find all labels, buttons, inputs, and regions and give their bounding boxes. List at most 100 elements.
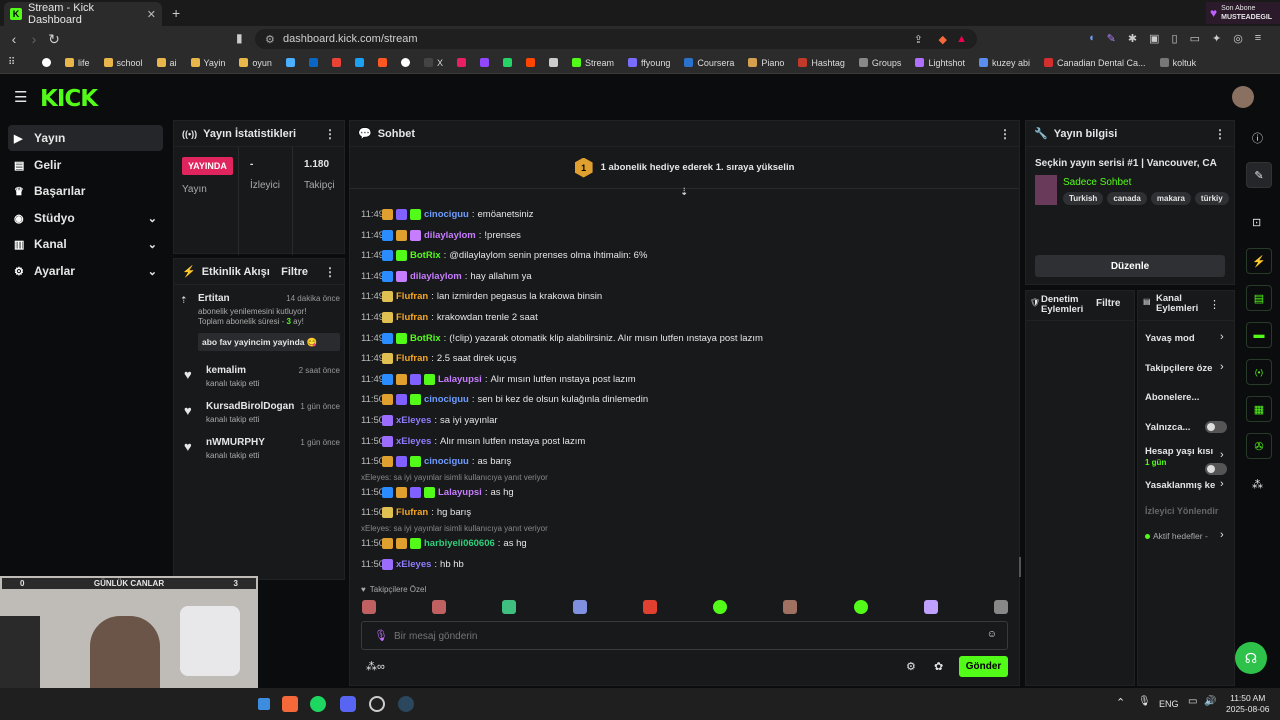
user-badge-icon[interactable] [410, 209, 421, 220]
chat-input-box[interactable]: 🎙 ☺ [361, 621, 1008, 650]
bookmark-icon[interactable]: ▮ [236, 31, 243, 45]
user-badge-icon[interactable] [410, 486, 421, 498]
bookmark-groups[interactable]: Groups [853, 58, 908, 68]
activity-user[interactable]: Ertitan [198, 293, 230, 304]
emote-icon[interactable] [572, 600, 587, 614]
user-badge-icon[interactable] [410, 538, 421, 549]
action-emotes-only[interactable]: Yalnızca... [1145, 422, 1190, 433]
more-options-icon[interactable]: ⋮ [999, 127, 1011, 141]
screenshot-icon[interactable]: ▣ [1149, 32, 1159, 45]
forward-icon[interactable]: › [24, 29, 44, 49]
user-badge-icon[interactable] [382, 486, 393, 498]
browser-tab[interactable]: K Stream - Kick Dashboard ✕ [4, 2, 162, 26]
user-badge-icon[interactable] [396, 270, 407, 282]
more-options-icon[interactable]: ⋮ [1214, 127, 1226, 141]
emote-icon[interactable] [853, 600, 868, 614]
user-badge-icon[interactable] [382, 312, 393, 323]
bookmark-hashtag[interactable]: Hashtag [792, 58, 851, 68]
bookmark-folder[interactable]: oyun [233, 58, 278, 68]
emote-icon[interactable] [502, 600, 517, 614]
tag[interactable]: Turkish [1063, 192, 1104, 205]
bookmark-icon-only[interactable] [451, 58, 472, 67]
tag[interactable]: canada [1107, 192, 1147, 205]
user-badge-icon[interactable] [382, 250, 393, 262]
user-badge-icon[interactable] [396, 538, 407, 549]
quick-action-button[interactable]: ▤ [1246, 285, 1272, 311]
microphone-icon[interactable]: 🎙 [374, 629, 388, 642]
discord-icon[interactable] [340, 696, 356, 712]
bookmark-icon-only[interactable] [497, 58, 518, 67]
edit-button[interactable]: Düzenle [1035, 255, 1225, 277]
filter-button[interactable]: Filtre [281, 266, 308, 278]
bookmark-piano[interactable]: Piano [742, 58, 790, 68]
user-badge-icon[interactable] [382, 507, 393, 519]
quick-action-button[interactable]: (•) [1246, 359, 1272, 385]
edit-stream-button[interactable]: ✎ [1246, 162, 1272, 188]
more-options-icon[interactable]: ⋮ [324, 127, 336, 141]
extensions-icon[interactable]: ✱ [1128, 32, 1137, 45]
activity-user[interactable]: KursadBirolDogan [206, 401, 294, 412]
spotify-icon[interactable] [310, 696, 326, 712]
bookmark-koltuk[interactable]: koltuk [1154, 58, 1203, 68]
user-badge-icon[interactable] [382, 394, 393, 406]
bookmark-ffyoung[interactable]: ffyoung [622, 58, 676, 68]
chat-username[interactable]: xEleyes [396, 559, 431, 570]
sidebar-item-studyo[interactable]: ◉ Stüdyo ⌄ [8, 205, 163, 231]
bookmark-icon-only[interactable] [349, 58, 370, 67]
chat-username[interactable]: Lalayupsi [438, 487, 482, 498]
leo-icon[interactable]: ✦ [1212, 32, 1221, 45]
more-options-icon[interactable]: ⋮ [324, 265, 336, 279]
apps-grid-icon[interactable]: ⠿ [8, 57, 15, 68]
share-icon[interactable]: ⇪ [914, 33, 923, 46]
bookmark-folder[interactable]: ai [151, 58, 183, 68]
emotes-only-toggle[interactable] [1205, 463, 1227, 475]
pen-icon[interactable]: ✎ [1107, 32, 1116, 45]
chat-username[interactable]: xEleyes [396, 436, 431, 447]
emote-icon[interactable] [713, 600, 728, 614]
chat-username[interactable]: cinociguu [424, 456, 469, 467]
kick-logo[interactable]: KICK [40, 86, 98, 112]
action-account-age[interactable]: Hesap yaşı kısı [1145, 446, 1225, 457]
pin-arrow-icon[interactable]: ⇣ [680, 187, 688, 198]
bookmark-dental[interactable]: Canadian Dental Ca... [1038, 58, 1152, 68]
gift-leaderboard-banner[interactable]: 1 1 abonelik hediye ederek 1. sıraya yük… [350, 147, 1019, 189]
activity-user[interactable]: kemalim [206, 365, 246, 376]
quick-action-button[interactable]: ▦ [1246, 396, 1272, 422]
audio-icon[interactable]: ◖ [1088, 32, 1095, 45]
user-badge-icon[interactable] [396, 250, 407, 262]
reload-icon[interactable]: ↻ [44, 29, 64, 49]
more-options-icon[interactable]: ⋮ [1209, 298, 1220, 311]
bookmark-icon-only[interactable] [520, 58, 541, 67]
chat-username[interactable]: Flufran [396, 507, 428, 518]
bookmark-stream[interactable]: Stream [566, 58, 620, 68]
action-active-goals[interactable]: Aktif hedefler - [1145, 531, 1208, 541]
action-slow-mode[interactable]: Yavaş mod [1145, 333, 1227, 344]
bookmark-lightshot[interactable]: Lightshot [909, 58, 971, 68]
chat-settings-icon[interactable]: ⚙ [906, 660, 916, 673]
sidebar-item-yayin[interactable]: ▶ Yayın [8, 125, 163, 151]
menu-icon[interactable]: ≡ [1255, 32, 1261, 45]
sidebar-toggle-icon[interactable]: ▯ [1172, 32, 1178, 45]
url-field[interactable]: ⚙ dashboard.kick.com/stream ⇪ ◆ ▲ [255, 29, 977, 49]
rewards-icon[interactable]: ▲ [956, 33, 967, 45]
chat-username[interactable]: dilaylaylom [424, 230, 476, 241]
bookmark-icon-only[interactable] [474, 58, 495, 67]
user-badge-icon[interactable] [382, 291, 393, 303]
user-badge-icon[interactable] [382, 435, 393, 447]
user-badge-icon[interactable] [382, 270, 393, 282]
user-badge-icon[interactable] [410, 456, 421, 468]
subscribers-only-toggle[interactable] [1205, 421, 1227, 433]
user-badge-icon[interactable] [396, 373, 407, 385]
user-badge-icon[interactable] [382, 456, 393, 468]
emote-icon[interactable] [642, 600, 657, 614]
steam-icon[interactable] [398, 696, 414, 712]
category-link[interactable]: Sadece Sohbet [1063, 177, 1131, 188]
chat-scrollbar[interactable] [1019, 557, 1021, 577]
user-badge-icon[interactable] [382, 332, 393, 344]
user-badge-icon[interactable] [410, 373, 421, 385]
bookmark-coursera[interactable]: Coursera [678, 58, 740, 68]
quick-action-button[interactable]: ⚡ [1246, 248, 1272, 274]
avatar[interactable] [1232, 86, 1254, 108]
bookmark-google[interactable] [36, 58, 57, 67]
close-tab-icon[interactable]: ✕ [147, 8, 156, 21]
